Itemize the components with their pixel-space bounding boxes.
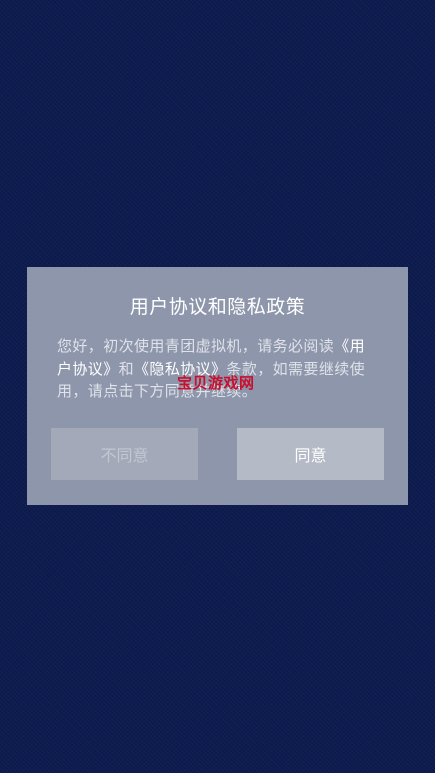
- dialog-title: 用户协议和隐私政策: [129, 296, 306, 318]
- message-and-text: 和: [118, 359, 135, 378]
- agree-button-label: 同意: [294, 446, 327, 465]
- agreement-dialog: 用户协议和隐私政策 您好，初次使用青团虚拟机，请务必阅读《用户协议》和《隐私协议…: [27, 267, 408, 505]
- dialog-message: 您好，初次使用青团虚拟机，请务必阅读《用户协议》和《隐私协议》条款，如需要继续使…: [57, 335, 377, 403]
- agree-button[interactable]: 同意: [237, 428, 384, 480]
- watermark-text: 宝贝游戏网: [177, 374, 255, 392]
- message-intro-text: 您好，初次使用青团虚拟机，请务必阅读: [57, 337, 335, 355]
- disagree-button-label: 不同意: [100, 446, 149, 465]
- disagree-button[interactable]: 不同意: [51, 428, 198, 480]
